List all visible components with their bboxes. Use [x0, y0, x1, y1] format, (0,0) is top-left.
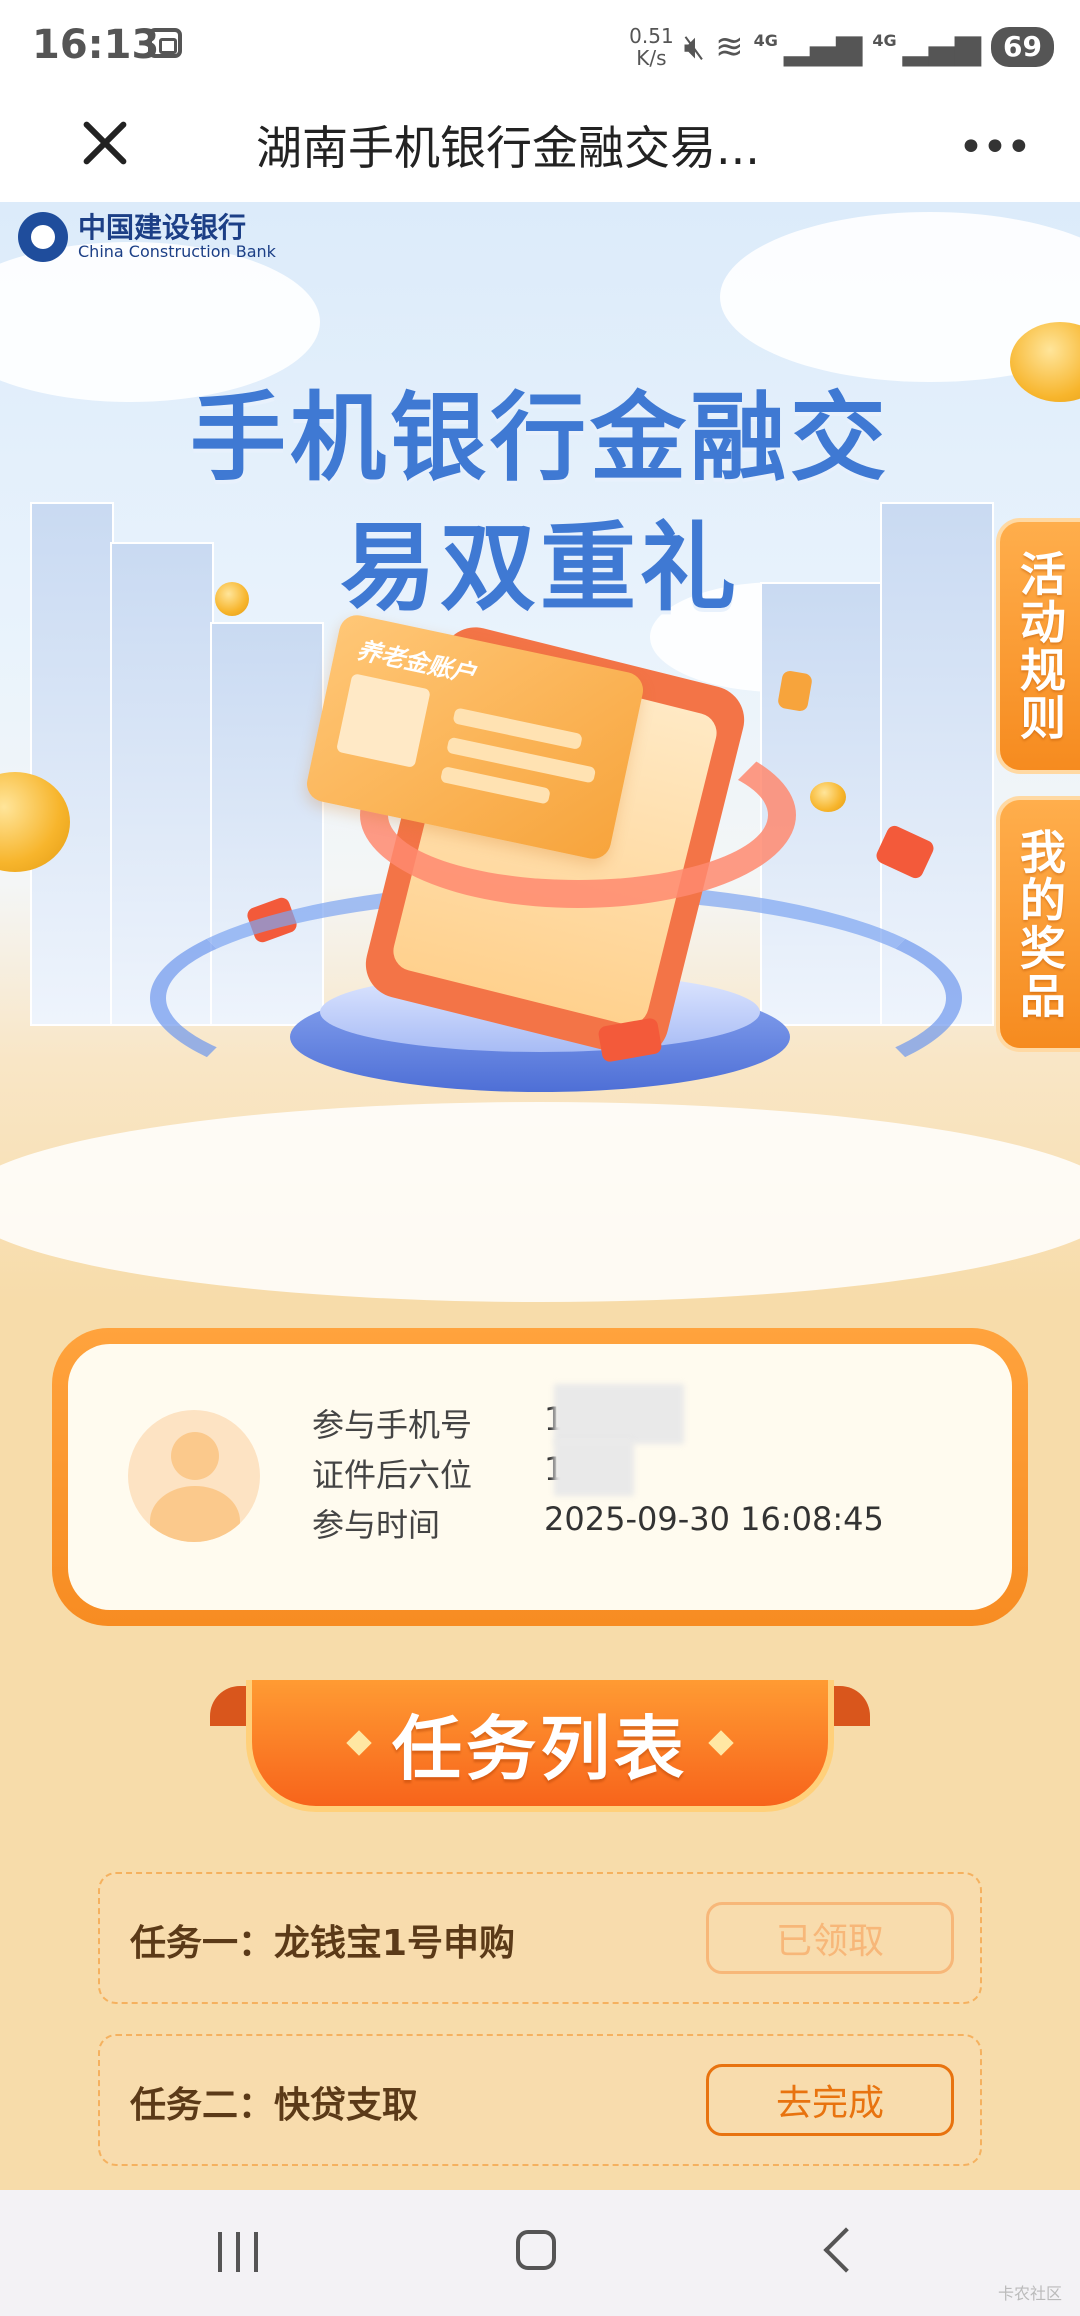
- back-icon[interactable]: [823, 2227, 869, 2273]
- task-label: 任务二：快贷支取: [130, 2085, 419, 2126]
- screenshot-icon: [148, 28, 182, 58]
- time-label: 参与时间: [312, 1506, 441, 1544]
- network-type-2: 4G: [872, 30, 897, 50]
- ccb-logo-icon: [18, 212, 68, 262]
- coin-icon: [810, 782, 846, 812]
- signal-icon: ▂▄▆: [783, 27, 863, 67]
- activity-rules-tab[interactable]: 活动规则: [996, 518, 1080, 774]
- network-speed-unit: K/s: [636, 46, 667, 70]
- task-item: 任务一：龙钱宝1号申购 已领取: [98, 1872, 982, 2004]
- status-indicators: 0.51 K/s 🔇︎ ≋ 4G ▂▄▆ 4G ▂▄▆ 69: [629, 22, 1054, 72]
- time-value: 2025-09-30 16:08:45: [544, 1500, 884, 1538]
- system-nav-bar: [0, 2190, 1080, 2316]
- signal-icon-2: ▂▄▆: [902, 27, 982, 67]
- bank-logo: 中国建设银行 China Construction Bank: [18, 212, 276, 262]
- battery-indicator: 69: [991, 27, 1054, 67]
- status-time: 16:13: [32, 22, 160, 68]
- hero-title-line1: 手机银行金融交: [190, 382, 890, 494]
- cloud-base-decoration: [0, 1102, 1080, 1302]
- bank-name-cn: 中国建设银行: [78, 211, 247, 244]
- watermark: 卡农社区: [997, 2284, 1062, 2303]
- user-info-panel: 参与手机号 1 证件后六位 1 参与时间 2025-09-30 16:08:45: [68, 1344, 1012, 1610]
- close-icon[interactable]: [74, 112, 134, 172]
- status-bar: 16:13 0.51 K/s 🔇︎ ≋ 4G ▂▄▆ 4G ▂▄▆ 69: [0, 0, 1080, 92]
- phone-redaction: [554, 1384, 684, 1444]
- coin-icon: [215, 582, 249, 616]
- card-photo-box: [335, 673, 431, 769]
- phone-label: 参与手机号: [312, 1406, 473, 1444]
- home-icon[interactable]: [516, 2230, 556, 2270]
- hero-title-line2: 易双重礼: [340, 512, 740, 624]
- network-speed: 0.51 K/s: [629, 25, 674, 69]
- page-title: 湖南手机银行金融交易...: [256, 121, 760, 175]
- id-label: 证件后六位: [312, 1456, 473, 1494]
- card-line: [439, 766, 551, 805]
- avatar: [128, 1410, 260, 1542]
- avatar-body: [150, 1486, 240, 1542]
- id-redaction: [554, 1440, 634, 1496]
- bank-name-en: China Construction Bank: [78, 242, 276, 261]
- go-complete-button[interactable]: 去完成: [706, 2064, 954, 2136]
- task-list-header: 任务列表: [246, 1680, 834, 1812]
- more-options-icon[interactable]: •••: [958, 122, 1032, 173]
- activity-rules-label: 活动规则: [1013, 550, 1067, 742]
- title-bar: 湖南手机银行金融交易... •••: [0, 92, 1080, 203]
- network-speed-value: 0.51: [629, 24, 674, 48]
- pension-card-illustration: 养老金账户: [303, 611, 647, 863]
- diamond-icon: [346, 1730, 372, 1756]
- task-list-title: 任务列表: [392, 1707, 688, 1790]
- task-label: 任务一：龙钱宝1号申购: [130, 1923, 516, 1964]
- recent-apps-icon[interactable]: [218, 2232, 258, 2272]
- hero-banner: 中国建设银行 China Construction Bank 手机银行金融交 易…: [0, 202, 1080, 1302]
- task-item: 任务二：快贷支取 去完成: [98, 2034, 982, 2166]
- mute-icon: 🔇︎: [683, 27, 706, 67]
- avatar-head: [171, 1432, 219, 1480]
- network-type-1: 4G: [753, 30, 778, 50]
- wifi-icon: ≋: [715, 27, 744, 67]
- my-prizes-tab[interactable]: 我的奖品: [996, 796, 1080, 1052]
- claimed-button[interactable]: 已领取: [706, 1902, 954, 1974]
- diamond-icon: [708, 1730, 734, 1756]
- user-info-card: 参与手机号 1 证件后六位 1 参与时间 2025-09-30 16:08:45: [52, 1328, 1028, 1626]
- my-prizes-label: 我的奖品: [1013, 828, 1067, 1020]
